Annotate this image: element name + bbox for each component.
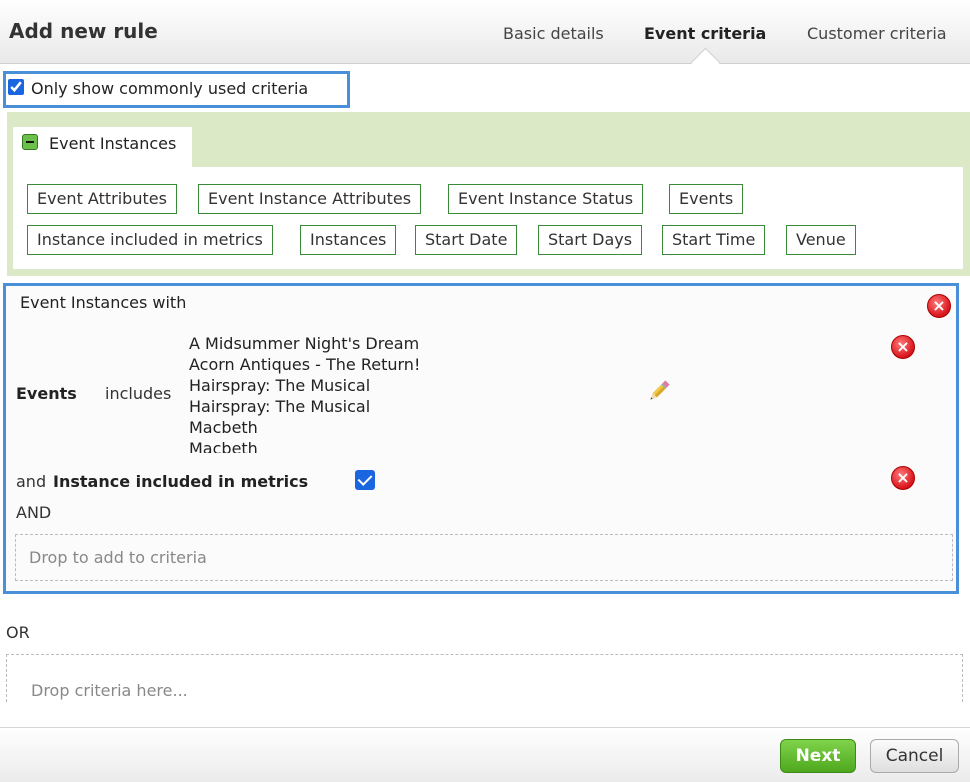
cancel-button[interactable]: Cancel — [870, 739, 959, 773]
delete-icon[interactable]: × — [891, 466, 915, 490]
list-item: Macbeth — [189, 439, 258, 453]
common-criteria-label: Only show commonly used criteria — [31, 79, 309, 98]
criteria-chip-event-instance-status[interactable]: Event Instance Status — [448, 184, 644, 214]
tab-basic-details[interactable]: Basic details — [503, 24, 604, 43]
delete-icon[interactable]: × — [891, 335, 915, 359]
drop-criteria-zone[interactable]: Drop criteria here... — [6, 654, 963, 702]
rule-group-title: Event Instances with — [20, 293, 187, 312]
next-button[interactable]: Next — [780, 739, 856, 773]
criteria-chip-event-instance-attributes[interactable]: Event Instance Attributes — [198, 184, 422, 214]
criteria-chip-start-date[interactable]: Start Date — [415, 225, 518, 255]
edit-pencil-icon[interactable] — [646, 378, 672, 404]
delete-icon[interactable]: × — [927, 294, 951, 318]
criteria-chip-instances[interactable]: Instances — [300, 225, 397, 255]
criteria-chip-venue[interactable]: Venue — [786, 225, 856, 255]
common-criteria-checkbox[interactable] — [8, 79, 24, 95]
and-label: AND — [16, 503, 52, 522]
events-value-list[interactable]: A Midsummer Night's Dream Acorn Antiques… — [189, 333, 489, 453]
list-item: Hairspray: The Musical — [189, 397, 371, 416]
collapse-minus-icon[interactable] — [22, 134, 38, 150]
list-item: Macbeth — [189, 418, 258, 437]
events-operator: includes — [105, 384, 172, 403]
list-item: A Midsummer Night's Dream — [189, 334, 420, 353]
tab-customer-criteria[interactable]: Customer criteria — [807, 24, 947, 43]
criteria-group-label: Event Instances — [49, 134, 177, 153]
metrics-prefix: and — [16, 472, 47, 491]
or-label: OR — [6, 623, 30, 642]
metrics-criterion-label: Instance included in metrics — [53, 472, 309, 491]
criteria-chip-instance-included-in-metrics[interactable]: Instance included in metrics — [27, 225, 273, 255]
list-item: Acorn Antiques - The Return! — [189, 355, 421, 374]
criteria-chip-start-time[interactable]: Start Time — [662, 225, 766, 255]
events-criterion-label: Events — [16, 384, 77, 403]
criteria-chip-start-days[interactable]: Start Days — [538, 225, 643, 255]
metrics-checkbox[interactable] — [355, 470, 375, 490]
list-item: Hairspray: The Musical — [189, 376, 371, 395]
common-criteria-filter[interactable]: Only show commonly used criteria — [3, 71, 350, 108]
tab-event-criteria[interactable]: Event criteria — [644, 24, 766, 43]
drop-add-criteria-zone[interactable]: Drop to add to criteria — [15, 534, 953, 581]
criteria-chip-events[interactable]: Events — [669, 184, 744, 214]
criteria-chip-event-attributes[interactable]: Event Attributes — [27, 184, 177, 214]
dialog-title: Add new rule — [9, 19, 158, 43]
